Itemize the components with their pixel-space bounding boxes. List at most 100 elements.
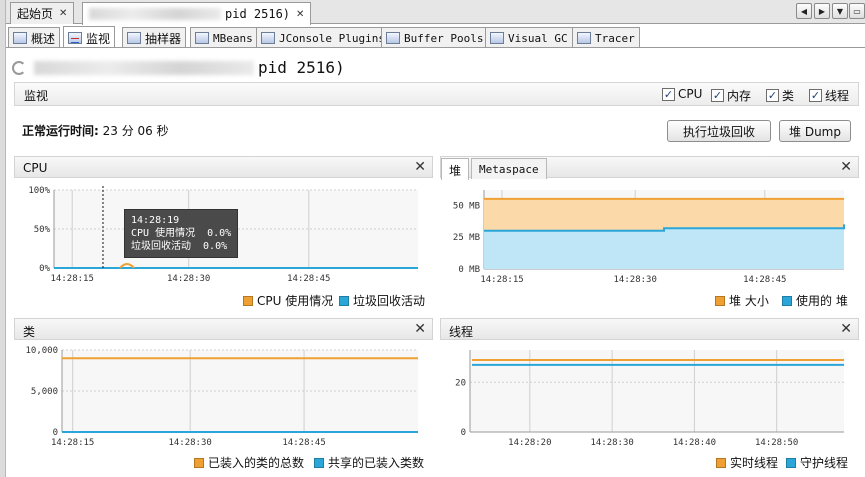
tab-metaspace[interactable]: Metaspace <box>471 158 547 179</box>
cpu-tooltip: 14:28:19 CPU 使用情况 0.0% 垃圾回收活动 0.0% <box>124 209 239 258</box>
checkbox-classes[interactable]: ✓ 类 <box>766 87 794 104</box>
close-icon[interactable]: ✕ <box>840 321 852 337</box>
legend-loaded-classes: 已装入的类的总数 <box>194 454 304 471</box>
y-tick-label: 10,000 <box>25 346 58 356</box>
cpu-panel: CPU ✕ 100% 50% 0% 14:28:15 14:28:30 14:28:45 … <box>14 156 433 314</box>
tab-jconsole-plugins[interactable]: JConsole Plugins <box>256 27 390 48</box>
tab-start-page[interactable]: 起始页 ✕ <box>10 2 75 24</box>
tab-application[interactable]: pid 2516) ✕ <box>82 2 312 25</box>
panel-title: 类 <box>23 325 36 339</box>
x-tick-label: 14:28:20 <box>508 438 551 448</box>
close-icon[interactable]: ✕ <box>59 8 67 19</box>
legend-daemon-threads: 守护线程 <box>786 454 848 471</box>
restore-window-button[interactable]: ▭ <box>849 3 865 19</box>
loading-icon <box>12 60 26 75</box>
tooltip-cpu: CPU 使用情况 0.0% <box>131 228 232 239</box>
plot-area <box>470 350 844 432</box>
tracer-icon <box>577 32 591 44</box>
checkbox-threads[interactable]: ✓ 线程 <box>809 87 849 104</box>
close-icon[interactable]: ✕ <box>840 159 852 175</box>
heap-dump-button[interactable]: 堆 Dump <box>779 120 851 142</box>
button-label: 执行垃圾回收 <box>682 124 755 139</box>
chevron-right-icon: ▶ <box>818 6 826 16</box>
tooltip-gc: 垃圾回收活动 0.0% <box>131 241 228 252</box>
tab-visual-gc[interactable]: Visual GC <box>485 27 573 48</box>
sampler-icon <box>127 32 141 44</box>
legend-swatch <box>243 295 253 306</box>
legend-label: 垃圾回收活动 <box>353 294 426 308</box>
heap-panel: 堆 Metaspace ✕ 50 MB 25 MB 0 MB 14:28:15 14:2… <box>440 156 859 314</box>
x-tick-label: 14:28:30 <box>590 438 633 448</box>
legend-used-heap: 使用的 堆 <box>782 292 848 309</box>
checkbox-memory[interactable]: ✓ 内存 <box>711 87 751 104</box>
legend-label: CPU 使用情况 <box>257 294 334 308</box>
legend-swatch <box>786 457 796 468</box>
legend-gc-activity: 垃圾回收活动 <box>339 292 425 309</box>
info-icon <box>13 32 27 44</box>
tab-list-button[interactable]: ▼ <box>832 3 848 19</box>
chevron-down-icon: ▼ <box>836 6 844 16</box>
buffer-icon <box>386 32 400 44</box>
legend-heap-size: 堆 大小 <box>715 292 769 309</box>
x-tick-label: 14:28:15 <box>51 438 94 448</box>
y-tick-label: 5,000 <box>31 387 58 397</box>
x-tick-label: 14:28:15 <box>51 274 94 284</box>
legend-label: 使用的 堆 <box>796 294 848 308</box>
legend-live-threads: 实时线程 <box>716 454 778 471</box>
close-icon[interactable]: ✕ <box>414 321 426 337</box>
checkbox-cpu[interactable]: ✓ CPU <box>662 87 702 101</box>
legend-swatch <box>782 295 792 306</box>
x-tick-label: 14:28:45 <box>743 275 786 285</box>
legend-label: 守护线程 <box>800 456 849 470</box>
tab-heap[interactable]: 堆 <box>441 158 470 180</box>
tab-label: 概述 <box>31 31 56 46</box>
redacted-app-name <box>89 8 221 20</box>
tab-mbeans[interactable]: MBeans <box>190 27 258 48</box>
y-tick-label: 0 MB <box>458 265 480 275</box>
legend-label: 已装入的类的总数 <box>208 456 305 470</box>
section-title: 监视 <box>24 89 49 103</box>
y-tick-label: 0 <box>53 428 58 438</box>
scroll-right-button[interactable]: ▶ <box>814 3 830 19</box>
classes-chart: 10,000 5,000 014:28:15 14:28:30 14:28:45 <box>25 346 418 448</box>
tab-sampler[interactable]: 抽样器 <box>122 27 187 48</box>
checkmark-icon: ✓ <box>662 87 675 101</box>
tab-overview[interactable]: 概述 <box>8 27 61 48</box>
tab-label: Tracer <box>595 31 635 45</box>
button-label: 堆 Dump <box>789 124 841 139</box>
checkbox-label: 类 <box>782 89 795 103</box>
tab-label: 堆 <box>449 164 462 178</box>
legend-label: 实时线程 <box>730 456 779 470</box>
close-icon[interactable]: ✕ <box>414 159 426 175</box>
checkbox-label: 线程 <box>825 89 850 103</box>
y-tick-label: 20 <box>455 378 466 388</box>
tab-monitor[interactable]: 监视 <box>63 26 116 49</box>
checkmark-icon: ✓ <box>766 89 779 102</box>
y-tick-label: 50 MB <box>453 201 480 211</box>
tab-buffer-pools[interactable]: Buffer Pools <box>381 27 489 48</box>
checkbox-label: 内存 <box>727 89 752 103</box>
y-tick-label: 50% <box>34 225 51 235</box>
legend-cpu-usage: CPU 使用情况 <box>243 292 333 309</box>
legend-label: 堆 大小 <box>729 294 769 308</box>
x-tick-label: 14:28:30 <box>614 275 657 285</box>
uptime-value: 23 分 06 秒 <box>102 124 169 138</box>
tab-label: Visual GC <box>508 31 568 45</box>
document-tab-bar: 起始页 ✕ pid 2516) ✕ ◀ ▶ ▼ ▭ <box>6 0 865 25</box>
tab-label: JConsole Plugins <box>279 31 385 45</box>
y-tick-label: 25 MB <box>453 233 480 243</box>
chart-icon <box>68 32 82 44</box>
y-tick-label: 0 <box>461 428 466 438</box>
tab-label: 监视 <box>86 31 111 46</box>
beans-icon <box>195 32 209 44</box>
chevron-left-icon: ◀ <box>800 6 808 16</box>
close-icon[interactable]: ✕ <box>296 9 304 20</box>
scroll-left-button[interactable]: ◀ <box>796 3 812 19</box>
perform-gc-button[interactable]: 执行垃圾回收 <box>667 120 771 142</box>
legend-swatch <box>339 295 349 306</box>
redacted-app-name <box>34 60 254 75</box>
legend-swatch <box>716 457 726 468</box>
restore-icon: ▭ <box>853 6 861 16</box>
legend-swatch <box>314 457 324 468</box>
tab-tracer[interactable]: Tracer <box>572 27 640 48</box>
